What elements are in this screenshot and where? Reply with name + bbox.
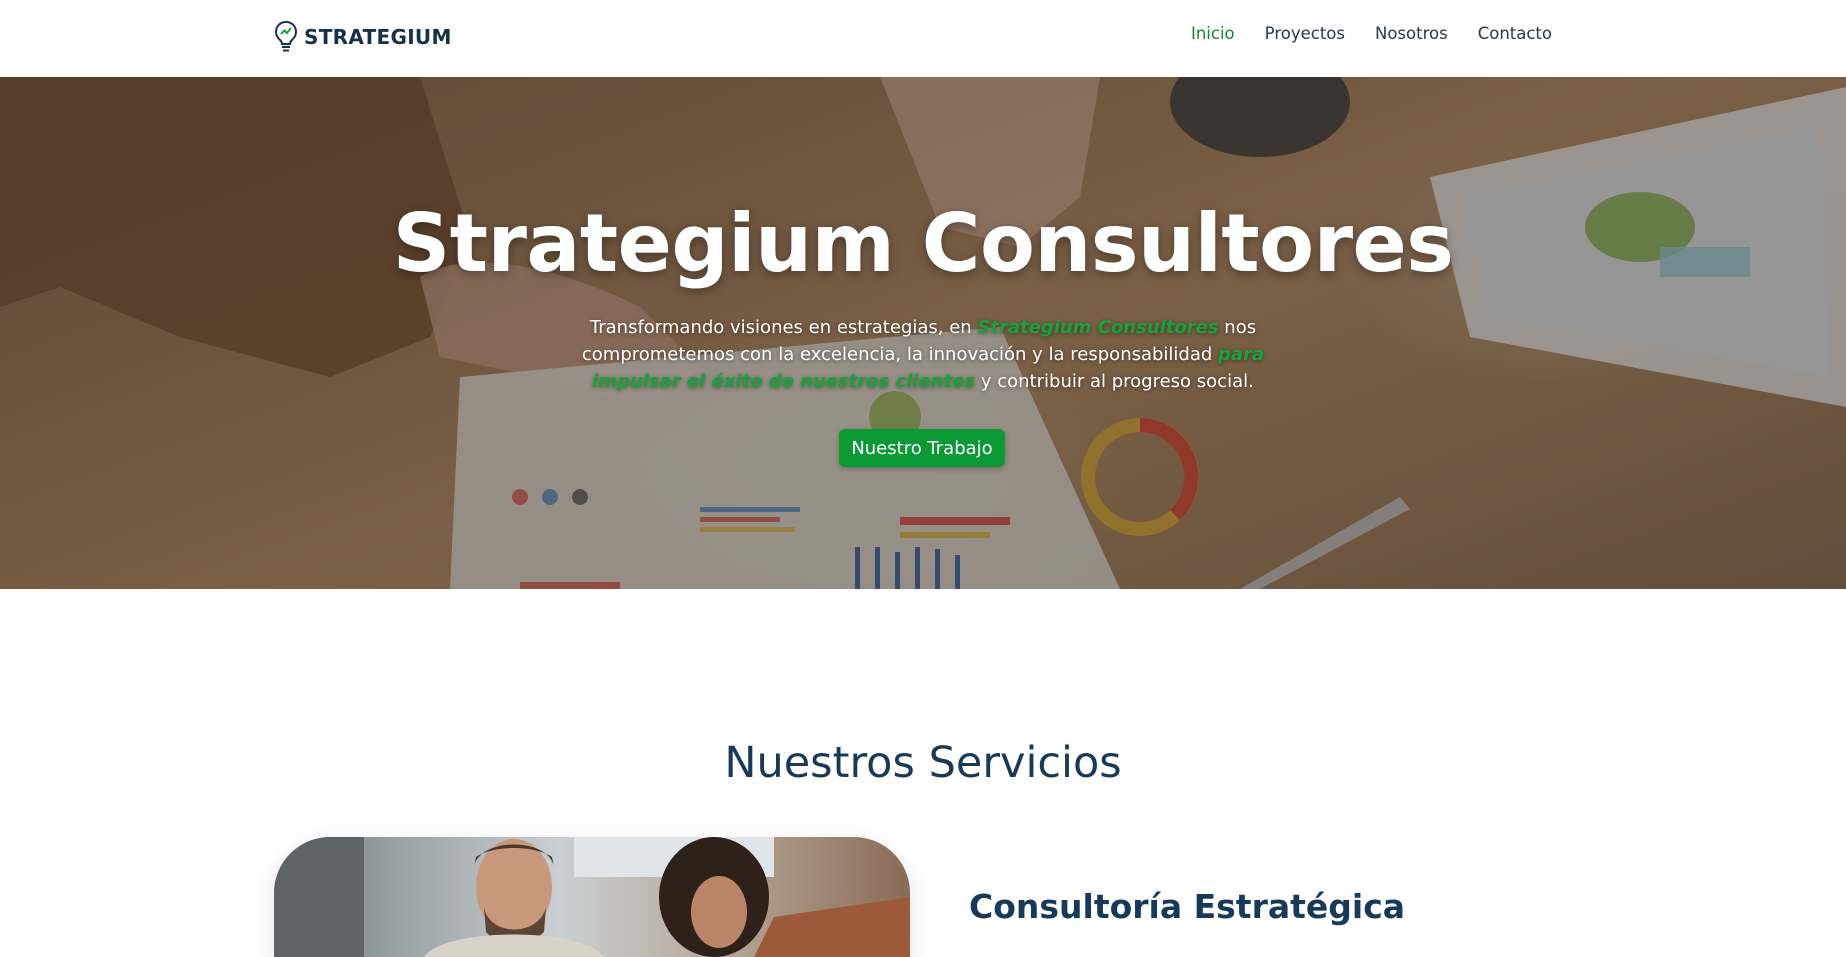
nav-link-nosotros[interactable]: Nosotros: [1375, 24, 1448, 43]
nav-link-inicio[interactable]: Inicio: [1191, 24, 1235, 43]
service-image-consultoria: [274, 837, 910, 957]
service-title-consultoria: Consultoría Estratégica: [969, 887, 1406, 926]
service-photo: [274, 837, 910, 957]
hero-desc-part1: Transformando visiones en estrategias, e…: [589, 317, 978, 338]
services-section-title: Nuestros Servicios: [724, 738, 1122, 788]
nav-link-contacto[interactable]: Contacto: [1478, 24, 1552, 43]
hero-description: Transformando visiones en estrategias, e…: [553, 314, 1293, 395]
brand-logo-link[interactable]: STRATEGIUM: [274, 20, 452, 54]
hero-section: Strategium Consultores Transformando vis…: [0, 77, 1846, 589]
main-nav: Inicio Proyectos Nosotros Contacto: [1191, 24, 1552, 43]
hero-title: Strategium Consultores: [392, 197, 1454, 290]
hero-desc-highlight-brand: Strategium Consultores: [977, 317, 1219, 338]
nuestro-trabajo-button[interactable]: Nuestro Trabajo: [839, 429, 1005, 467]
hero-desc-part3: y contribuir al progreso social.: [975, 371, 1254, 392]
navbar: STRATEGIUM Inicio Proyectos Nosotros Con…: [0, 0, 1846, 77]
nav-link-proyectos[interactable]: Proyectos: [1265, 24, 1345, 43]
lightbulb-icon: [274, 20, 298, 52]
brand-name: STRATEGIUM: [304, 25, 452, 49]
